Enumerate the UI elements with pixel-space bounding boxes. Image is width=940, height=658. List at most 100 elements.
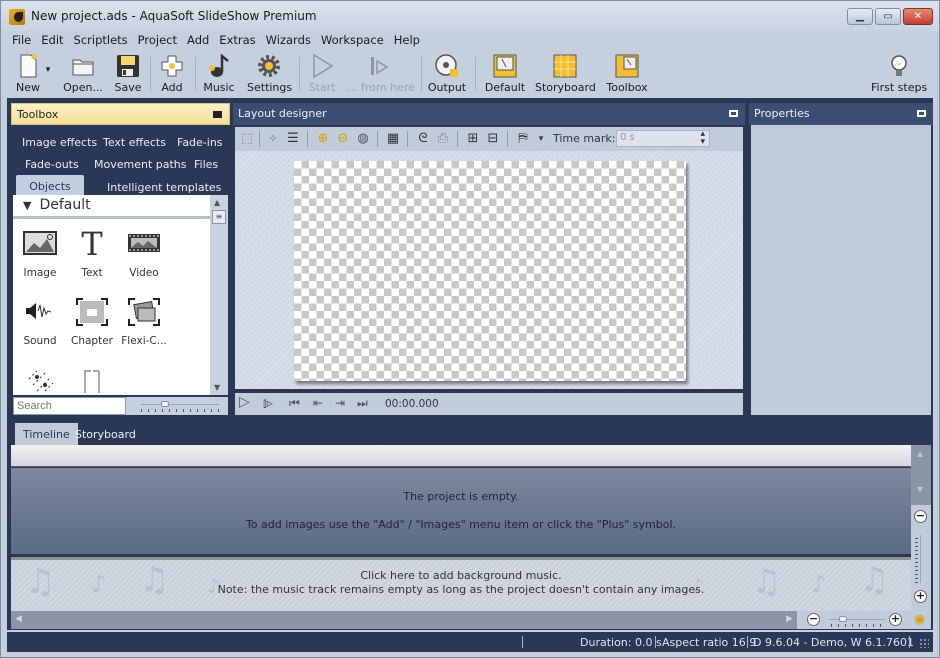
title-bar: New project.ads - AquaSoft SlideShow Pre… — [1, 1, 939, 31]
timeline-vertical-scrollbar[interactable]: ▲ ▼ — [911, 445, 931, 505]
tab-files[interactable]: Files — [188, 155, 224, 174]
timeline-horizontal-scrollbar[interactable]: ◀ ▶ — [11, 611, 797, 629]
scroll-thumb[interactable]: ≡ — [212, 210, 226, 224]
close-button[interactable]: ✕ — [903, 8, 933, 25]
track-height-slider[interactable] — [920, 535, 921, 583]
status-bar: Duration: 0.0 s Aspect ratio 16:9 D 9.6.… — [7, 632, 933, 652]
select-arrow-icon[interactable]: ⬚ — [239, 131, 255, 147]
floppy-disk-icon — [115, 53, 141, 79]
menu-workspace[interactable]: Workspace — [316, 31, 389, 51]
lines-icon[interactable]: ☰ — [285, 131, 301, 147]
play-icon[interactable]: ▷ — [239, 394, 250, 410]
toolbox-search-input[interactable] — [13, 397, 126, 415]
zoom-fit-icon[interactable]: ◍ — [355, 131, 371, 147]
previous-frame-icon[interactable]: ⇤ — [313, 396, 323, 410]
music-button[interactable]: Music — [201, 53, 237, 97]
scroll-down-icon[interactable]: ▼ — [917, 485, 923, 494]
object-text[interactable]: T Text — [65, 228, 119, 279]
object-chapter[interactable]: Chapter — [65, 297, 119, 347]
slider-knob[interactable] — [161, 401, 169, 407]
open-button[interactable]: Open... — [63, 53, 103, 97]
save-button[interactable]: Save — [113, 53, 143, 97]
grid-icon[interactable]: ▦ — [385, 131, 401, 147]
group-header-default[interactable]: ▼ Default — [13, 195, 210, 219]
tab-fade-ins[interactable]: Fade-ins — [171, 133, 229, 152]
menu-edit[interactable]: Edit — [36, 31, 68, 51]
spinner-icon[interactable]: ▴ ▾ — [700, 130, 705, 147]
tab-storyboard[interactable]: Storyboard — [67, 423, 144, 445]
zoom-out-button[interactable]: − — [914, 510, 927, 523]
timeline-zoom-slider[interactable] — [829, 616, 885, 622]
menu-wizards[interactable]: Wizards — [261, 31, 316, 51]
window-title: New project.ads - AquaSoft SlideShow Pre… — [31, 9, 317, 23]
panel-maximize-icon[interactable] — [917, 110, 926, 117]
object-placeholder[interactable] — [65, 365, 119, 393]
image-icon — [23, 229, 57, 261]
layout-toolbox-button[interactable]: Toolbox — [605, 53, 649, 97]
settings-button[interactable]: Settings — [247, 53, 292, 97]
go-to-end-icon[interactable]: ⏭ — [357, 396, 368, 411]
tab-text-effects[interactable]: Text effects — [97, 133, 172, 152]
scroll-up-icon[interactable]: ▲ — [917, 449, 923, 458]
menu-extras[interactable]: Extras — [214, 31, 260, 51]
object-video[interactable]: Video — [117, 229, 171, 279]
menu-file[interactable]: File — [7, 31, 36, 51]
play-from-here-button[interactable]: ... from here — [347, 53, 415, 97]
remove-keyframe-icon[interactable]: ⊟ — [485, 131, 501, 147]
slider-knob[interactable] — [839, 616, 847, 622]
time-marker-icon[interactable]: ⛿ — [515, 131, 531, 147]
tab-image-effects[interactable]: Image effects — [16, 133, 103, 152]
scroll-right-icon[interactable]: ▶ — [786, 614, 793, 624]
go-to-start-icon[interactable]: ⏮ — [289, 396, 300, 411]
object-particles[interactable] — [13, 365, 67, 393]
minimize-button[interactable]: ▁ — [847, 8, 873, 25]
zoom-in-button[interactable]: + — [889, 613, 902, 626]
points-icon[interactable]: ⁘ — [265, 131, 281, 147]
zoom-out-icon[interactable]: ⊖ — [335, 131, 351, 147]
zoom-out-button[interactable]: − — [807, 613, 820, 626]
object-image[interactable]: Image — [13, 229, 67, 279]
maximize-button[interactable]: ▭ — [875, 8, 901, 25]
panel-maximize-icon[interactable] — [729, 110, 738, 117]
layout-default-button[interactable]: Default — [483, 53, 527, 97]
next-frame-icon[interactable]: ⇥ — [335, 396, 345, 410]
add-keyframe-icon[interactable]: ⊞ — [465, 131, 481, 147]
music-track[interactable]: ♫ ♪ ♫ ♪ ♪ ♫ ♪ ♫ Click here to add backgr… — [11, 557, 911, 611]
zoom-to-fit-button[interactable]: ◉ — [911, 611, 931, 629]
camera-icon[interactable]: ⎙ — [435, 131, 451, 147]
scroll-up-icon[interactable]: ▲ — [214, 198, 220, 207]
motion-path-icon[interactable]: ᘓ — [415, 131, 431, 147]
object-sound[interactable]: Sound — [13, 297, 67, 347]
objects-scrollbar[interactable]: ▲ ≡ ▼ — [210, 195, 228, 395]
layout-storyboard-button[interactable]: Storyboard — [535, 53, 596, 97]
chevron-down-icon[interactable]: ▾ — [533, 131, 549, 147]
icon-size-slider[interactable] — [141, 401, 219, 407]
first-steps-button[interactable]: First steps — [871, 53, 927, 97]
output-button[interactable]: Output — [427, 53, 467, 97]
timeline-zoom-control: − + — [797, 611, 911, 629]
scroll-down-icon[interactable]: ▼ — [214, 383, 220, 392]
scroll-left-icon[interactable]: ◀ — [15, 614, 22, 624]
menu-scriptlets[interactable]: Scriptlets — [69, 31, 133, 51]
slide-canvas[interactable] — [294, 161, 686, 381]
tab-movement-paths[interactable]: Movement paths — [88, 155, 193, 174]
timeline-track-area[interactable]: The project is empty. To add images use … — [11, 468, 911, 554]
toolbar-separator — [507, 131, 508, 147]
tab-objects[interactable]: Objects — [16, 175, 84, 195]
menu-add[interactable]: Add — [182, 31, 214, 51]
object-flexi-collage[interactable]: Flexi-C... — [117, 297, 171, 347]
resize-grip-icon[interactable] — [919, 638, 929, 648]
menu-project[interactable]: Project — [133, 31, 182, 51]
zoom-in-icon[interactable]: ⊕ — [315, 131, 331, 147]
start-button[interactable]: Start — [307, 53, 337, 97]
timeline-ruler[interactable] — [11, 445, 911, 467]
new-button[interactable]: New — [13, 53, 43, 97]
menu-help[interactable]: Help — [389, 31, 425, 51]
zoom-in-button[interactable]: + — [914, 590, 927, 603]
add-button[interactable]: Add — [157, 53, 187, 97]
tab-fade-outs[interactable]: Fade-outs — [19, 155, 85, 174]
time-mark-input[interactable]: 0 s ▴ ▾ — [616, 130, 710, 147]
play-from-here-icon[interactable]: ⫾▹ — [263, 396, 273, 411]
panel-maximize-icon[interactable] — [213, 111, 222, 118]
toolbox-title: Toolbox — [17, 108, 59, 121]
